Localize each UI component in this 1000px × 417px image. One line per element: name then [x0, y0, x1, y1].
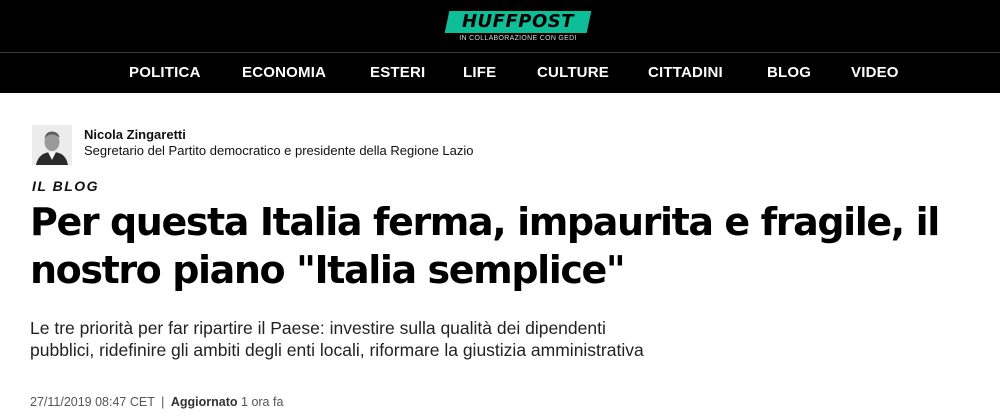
updated-value: 1 ora fa	[241, 395, 284, 409]
logo-subtitle: IN COLLABORAZIONE CON GEDI	[459, 35, 577, 42]
updated-label: Aggiornato	[170, 395, 238, 409]
nav-item-life[interactable]: LIFE	[463, 53, 496, 93]
author-role: Segretario del Partito democratico e pre…	[84, 143, 474, 158]
publish-date: 27/11/2019 08:47 CET	[30, 395, 155, 409]
meta-separator: |	[161, 395, 165, 409]
article-subtitle: Le tre priorità per far ripartire il Pae…	[30, 318, 644, 360]
author-avatar[interactable]	[32, 125, 72, 165]
nav-item-video[interactable]: VIDEO	[851, 53, 899, 93]
article-meta: 27/11/2019 08:47 CET | Aggiornato 1 ora …	[30, 395, 283, 409]
section-label[interactable]: IL BLOG	[32, 178, 99, 194]
article-headline: Per questa Italia ferma, impaurita e fra…	[30, 200, 940, 292]
nav-item-politica[interactable]: POLITICA	[129, 53, 201, 93]
main-nav: POLITICA ECONOMIA ESTERI LIFE CULTURE CI…	[0, 53, 1000, 93]
nav-item-blog[interactable]: BLOG	[767, 53, 811, 93]
nav-item-culture[interactable]: CULTURE	[537, 53, 609, 93]
site-header: HUFFPOST IN COLLABORAZIONE CON GEDI	[0, 0, 1000, 52]
author-photo-icon	[32, 125, 72, 165]
nav-item-esteri[interactable]: ESTERI	[370, 53, 425, 93]
nav-item-economia[interactable]: ECONOMIA	[242, 53, 326, 93]
site-logo[interactable]: HUFFPOST	[449, 11, 587, 33]
nav-item-cittadini[interactable]: CITTADINI	[648, 53, 723, 93]
author-name[interactable]: Nicola Zingaretti	[84, 127, 186, 142]
